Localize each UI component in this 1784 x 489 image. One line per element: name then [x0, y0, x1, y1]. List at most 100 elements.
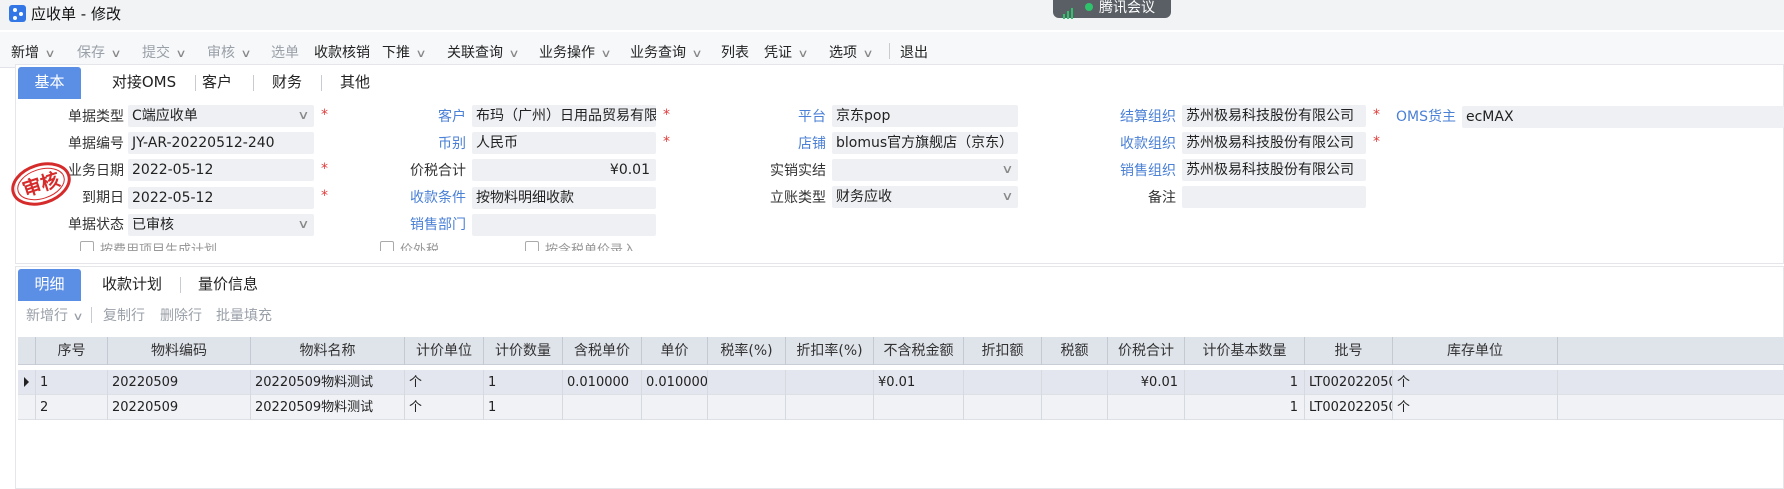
account-type-select[interactable]: 财务应收 ∨: [832, 186, 1018, 208]
toolbar-add-button[interactable]: 新增 ∨: [11, 42, 56, 62]
cell-discount-rate[interactable]: [786, 395, 874, 420]
tab-oms[interactable]: 对接OMS: [94, 67, 194, 99]
copy-row-button[interactable]: 复制行: [103, 305, 145, 325]
oms-owner-label[interactable]: OMS货主: [1396, 106, 1456, 126]
currency-input[interactable]: 人民币: [472, 132, 656, 154]
toolbar-push-button[interactable]: 下推 ∨: [382, 42, 427, 62]
pay-terms-label[interactable]: 收款条件: [380, 187, 466, 207]
cell-material-code[interactable]: 20220509: [108, 395, 251, 420]
checkbox[interactable]: [525, 241, 539, 251]
grid-column-header[interactable]: 物料名称: [251, 337, 405, 365]
sales-dept-input[interactable]: [472, 214, 656, 236]
tab-customer[interactable]: 客户: [197, 67, 237, 99]
cell-price-unit[interactable]: 个: [405, 395, 484, 420]
chevron-down-icon[interactable]: ∨: [691, 47, 702, 60]
cell-price[interactable]: [642, 395, 708, 420]
toolbar-biz-query-button[interactable]: 业务查询 ∨: [630, 42, 703, 62]
pay-terms-input[interactable]: 按物料明细收款: [472, 187, 656, 209]
bill-no-input[interactable]: JY-AR-20220512-240: [128, 132, 314, 154]
currency-label[interactable]: 币别: [380, 133, 466, 153]
due-date-input[interactable]: 2022-05-12: [128, 187, 314, 209]
receive-org-input[interactable]: 苏州极易科技股份有限公司: [1182, 132, 1366, 154]
cell-material-code[interactable]: 20220509: [108, 370, 251, 395]
cell-tax-price[interactable]: [563, 395, 642, 420]
tab-payment-plan[interactable]: 收款计划: [96, 269, 168, 301]
toolbar-related-query-button[interactable]: 关联查询 ∨: [447, 42, 520, 62]
cell-price-qty[interactable]: 1: [484, 395, 563, 420]
platform-input[interactable]: 京东pop: [832, 105, 1018, 127]
chevron-down-icon[interactable]: ∨: [72, 310, 83, 323]
delete-row-button[interactable]: 删除行: [160, 305, 202, 325]
grid-column-header[interactable]: 计价单位: [405, 337, 484, 365]
cell-discount-rate[interactable]: [786, 370, 874, 395]
grid-column-header[interactable]: 物料编码: [108, 337, 251, 365]
cell-lot-no[interactable]: LT0020220509: [1305, 395, 1393, 420]
platform-label[interactable]: 平台: [740, 106, 826, 126]
tab-basic[interactable]: 基本: [18, 67, 81, 99]
batch-fill-button[interactable]: 批量填充: [216, 305, 272, 325]
checkbox[interactable]: [80, 241, 94, 251]
toolbar-save-button[interactable]: 保存 ∨: [77, 42, 122, 62]
cell-price-unit[interactable]: 个: [405, 370, 484, 395]
cell-tax-rate[interactable]: [708, 370, 786, 395]
chevron-down-icon[interactable]: ∨: [297, 105, 309, 126]
meeting-badge[interactable]: 腾讯会议: [1053, 0, 1171, 19]
add-row-button[interactable]: 新增行 ∨: [26, 305, 84, 325]
grid-column-header[interactable]: 含税单价: [563, 337, 642, 365]
chevron-down-icon[interactable]: ∨: [600, 47, 611, 60]
cell-lot-no[interactable]: LT0020220509: [1305, 370, 1393, 395]
chevron-down-icon[interactable]: ∨: [862, 47, 873, 60]
cell-stock-unit[interactable]: 个: [1393, 370, 1558, 395]
bill-type-select[interactable]: C端应收单 ∨: [128, 105, 314, 127]
toolbar-biz-ops-button[interactable]: 业务操作 ∨: [539, 42, 612, 62]
shop-input[interactable]: blomus官方旗舰店（京东）: [832, 132, 1018, 154]
table-row[interactable]: 2 20220509 20220509物料测试 个 1 1 LT00202205…: [18, 395, 1784, 420]
cell-material-name[interactable]: 20220509物料测试: [251, 395, 405, 420]
settle-org-input[interactable]: 苏州极易科技股份有限公司: [1182, 105, 1366, 127]
cell-price-qty[interactable]: 1: [484, 370, 563, 395]
sales-org-input[interactable]: 苏州极易科技股份有限公司: [1182, 159, 1366, 181]
remark-input[interactable]: [1182, 186, 1366, 208]
grid-column-header[interactable]: 税额: [1042, 337, 1108, 365]
tab-price-info[interactable]: 量价信息: [192, 269, 264, 301]
grid-column-header[interactable]: 价税合计: [1108, 337, 1185, 365]
chevron-down-icon[interactable]: ∨: [1001, 186, 1013, 207]
grid-column-header[interactable]: 批号: [1305, 337, 1393, 365]
chevron-down-icon[interactable]: ∨: [175, 47, 186, 60]
receive-org-label[interactable]: 收款组织: [1090, 133, 1176, 153]
biz-date-input[interactable]: 2022-05-12: [128, 159, 314, 181]
cell-price[interactable]: 0.010000: [642, 370, 708, 395]
chevron-down-icon[interactable]: ∨: [415, 47, 426, 60]
tab-detail[interactable]: 明细: [18, 269, 81, 301]
checkbox[interactable]: [380, 241, 394, 251]
settle-org-label[interactable]: 结算组织: [1090, 106, 1176, 126]
shop-label[interactable]: 店铺: [740, 133, 826, 153]
toolbar-writeoff-button[interactable]: 收款核销: [314, 42, 370, 62]
grid-column-header[interactable]: 库存单位: [1393, 337, 1558, 365]
grid-column-header[interactable]: 折扣率(%): [786, 337, 874, 365]
grid-column-header[interactable]: 不含税金额: [874, 337, 964, 365]
oms-owner-input[interactable]: ecMAX: [1462, 106, 1784, 128]
customer-input[interactable]: 布玛（广州）日用品贸易有限公司: [472, 105, 656, 127]
cell-stock-unit[interactable]: 个: [1393, 395, 1558, 420]
toolbar-exit-button[interactable]: 退出: [900, 42, 928, 62]
toolbar-list-button[interactable]: 列表: [721, 42, 749, 62]
cell-tax-price[interactable]: 0.010000: [563, 370, 642, 395]
chevron-down-icon[interactable]: ∨: [44, 47, 55, 60]
grid-column-header[interactable]: 折扣额: [964, 337, 1042, 365]
table-row[interactable]: 1 20220509 20220509物料测试 个 1 0.010000 0.0…: [18, 370, 1784, 395]
chevron-down-icon[interactable]: ∨: [508, 47, 519, 60]
grid-column-header[interactable]: 单价: [642, 337, 708, 365]
chevron-down-icon[interactable]: ∨: [297, 214, 309, 235]
chevron-down-icon[interactable]: ∨: [797, 47, 808, 60]
customer-label[interactable]: 客户: [380, 106, 466, 126]
tab-other[interactable]: 其他: [335, 67, 375, 99]
grid-column-header[interactable]: 税率(%): [708, 337, 786, 365]
grid-column-header[interactable]: 计价数量: [484, 337, 563, 365]
tab-finance[interactable]: 财务: [267, 67, 307, 99]
chevron-down-icon[interactable]: ∨: [1001, 159, 1013, 180]
chevron-down-icon[interactable]: ∨: [110, 47, 121, 60]
grid-column-header[interactable]: 序号: [36, 337, 108, 365]
toolbar-options-button[interactable]: 选项 ∨: [829, 42, 874, 62]
grid-column-header[interactable]: 计价基本数量: [1185, 337, 1305, 365]
